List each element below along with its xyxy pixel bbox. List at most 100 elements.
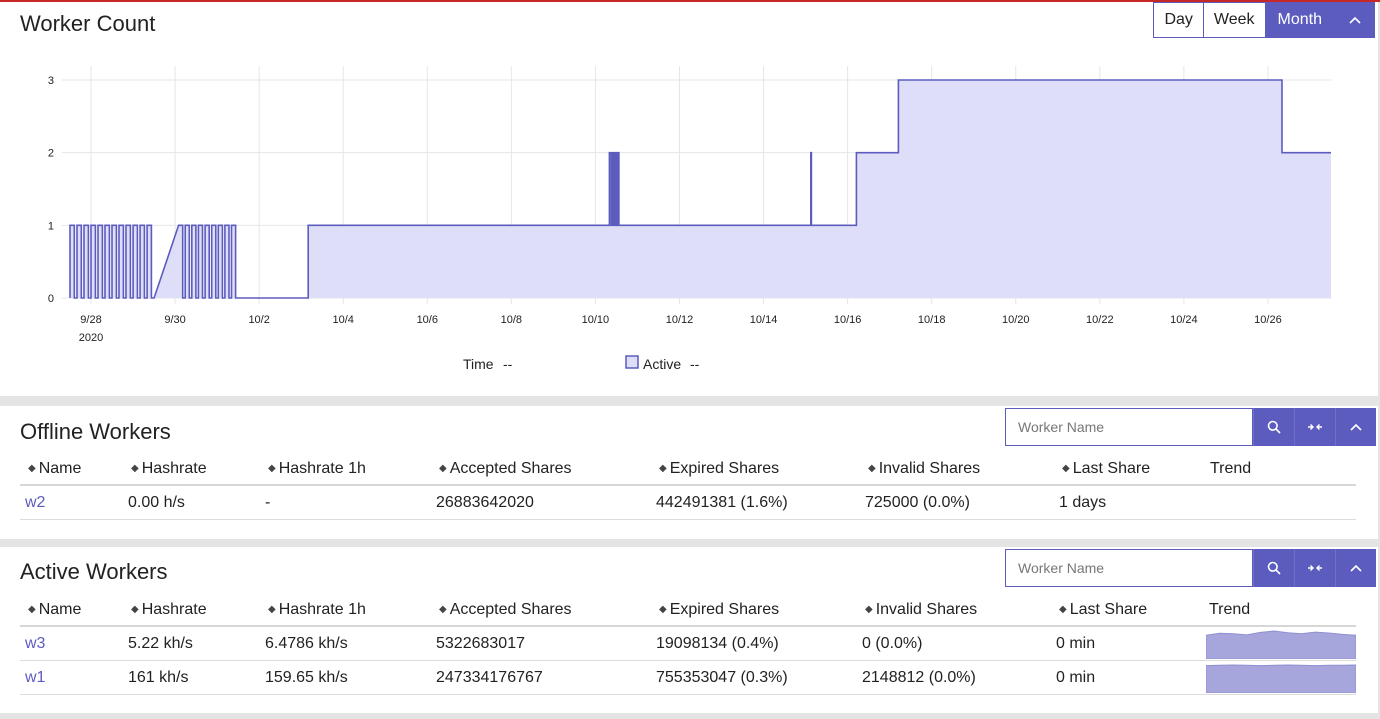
legend-active-label: Active (643, 356, 681, 372)
trend-sparkline (1206, 663, 1356, 693)
worker-count-chart: 0 1 2 3 9/28 2020 9/30 10/2 10/4 10/6 10/8 10/10 10/… (48, 66, 1331, 372)
sort-icon: ◆ (1062, 463, 1070, 474)
offline-workers-table: ◆ Name ◆ Hashrate ◆ Hashrate 1h ◆ Accepted S… (20, 454, 1356, 520)
col-hashrate[interactable]: ◆ Hashrate (123, 454, 260, 486)
sort-icon: ◆ (868, 463, 876, 474)
sort-icon: ◆ (659, 463, 667, 474)
col-invalid-shares[interactable]: ◆ Invalid Shares (857, 595, 1051, 627)
worker-count-panel: Worker Count Day Week Month 0 1 2 3 9/28 2020… (0, 2, 1378, 396)
y-tick-label: 3 (48, 75, 54, 87)
last-share-cell: 1 days (1054, 485, 1202, 520)
col-hashrate-1h[interactable]: ◆ Hashrate 1h (260, 454, 431, 486)
x-tick-label: 10/8 (501, 314, 522, 326)
x-tick-label: 10/10 (582, 314, 610, 326)
active-collapse-columns-button[interactable] (1294, 549, 1335, 587)
active-worker-name-input[interactable] (1005, 549, 1253, 587)
trend-cell (1202, 485, 1356, 520)
table-row: w3 5.22 kh/s 6.4786 kh/s 5322683017 1909… (20, 626, 1356, 661)
expired-cell: 755353047 (0.3%) (651, 660, 857, 695)
col-name[interactable]: ◆ Name (20, 595, 123, 627)
compress-arrows-icon (1308, 565, 1322, 571)
col-last-share[interactable]: ◆ Last Share (1051, 595, 1201, 627)
offline-workers-title: Offline Workers (20, 419, 171, 444)
active-workers-panel: Active Workers ◆Name ◆Hashrate ◆Hashrate… (0, 547, 1378, 713)
sort-icon: ◆ (439, 463, 447, 474)
col-name[interactable]: ◆ Name (20, 454, 123, 486)
x-tick-label: 10/14 (750, 314, 778, 326)
search-icon (1267, 561, 1281, 575)
sort-icon: ◆ (1059, 604, 1067, 615)
active-workers-title: Active Workers (20, 559, 168, 584)
legend-active-value: -- (690, 356, 700, 372)
col-last-share[interactable]: ◆ Last Share (1054, 454, 1202, 486)
expired-cell: 19098134 (0.4%) (651, 626, 857, 661)
table-header-row: ◆ Name ◆ Hashrate ◆ Hashrate 1h ◆ Accepted S… (20, 595, 1356, 627)
accepted-cell: 5322683017 (431, 626, 651, 661)
sort-icon: ◆ (659, 604, 667, 615)
sort-icon: ◆ (865, 604, 873, 615)
col-accepted-shares[interactable]: ◆ Accepted Shares (431, 595, 651, 627)
x-tick-label: 10/4 (333, 314, 354, 326)
x-tick-label: 10/6 (417, 314, 438, 326)
x-tick-label: 10/2 (248, 314, 269, 326)
worker-link[interactable]: w3 (25, 635, 45, 652)
accepted-cell: 247334176767 (431, 660, 651, 695)
x-tick-label: 10/12 (666, 314, 694, 326)
x-tick-label: 10/20 (1002, 314, 1030, 326)
offline-search (1005, 408, 1376, 446)
sort-icon: ◆ (439, 604, 447, 615)
hashrate-cell: 161 kh/s (123, 660, 260, 695)
offline-search-button[interactable] (1253, 408, 1294, 446)
active-collapse-panel-button[interactable] (1335, 549, 1376, 587)
x-tick-label: 10/18 (918, 314, 946, 326)
offline-workers-panel: Offline Workers ◆Name ◆Hashrate ◆Hashrat… (0, 406, 1378, 539)
col-expired-shares[interactable]: ◆ Expired Shares (651, 454, 860, 486)
expired-cell: 442491381 (1.6%) (651, 485, 860, 520)
last-share-cell: 0 min (1051, 660, 1201, 695)
col-accepted-shares[interactable]: ◆ Accepted Shares (431, 454, 651, 486)
col-trend: Trend (1202, 454, 1356, 486)
legend-time-value: -- (503, 356, 513, 372)
offline-worker-name-input[interactable] (1005, 408, 1253, 446)
y-tick-label: 2 (48, 148, 54, 160)
offline-collapse-panel-button[interactable] (1335, 408, 1376, 446)
y-tick-label: 0 (48, 293, 54, 305)
hashrate-cell: 0.00 h/s (123, 485, 260, 520)
x-tick-label: 10/24 (1170, 314, 1198, 326)
table-row: w1 161 kh/s 159.65 kh/s 247334176767 755… (20, 660, 1356, 695)
chevron-up-icon (1350, 564, 1362, 572)
hashrate-1h-cell: 159.65 kh/s (260, 660, 431, 695)
sort-icon: ◆ (131, 463, 139, 474)
trend-sparkline (1206, 629, 1356, 659)
x-tick-label: 10/26 (1254, 314, 1282, 326)
legend-swatch (625, 355, 639, 369)
y-tick-label: 1 (48, 220, 54, 232)
col-hashrate-1h[interactable]: ◆ Hashrate 1h (260, 595, 431, 627)
sparkline-area (1206, 629, 1356, 659)
invalid-cell: 0 (0.0%) (857, 626, 1051, 661)
col-expired-shares[interactable]: ◆ Expired Shares (651, 595, 857, 627)
x-tick-label: 9/28 (80, 314, 101, 326)
hashrate-cell: 5.22 kh/s (123, 626, 260, 661)
offline-collapse-columns-button[interactable] (1294, 408, 1335, 446)
col-hashrate[interactable]: ◆ Hashrate (123, 595, 260, 627)
chevron-up-icon (1350, 423, 1362, 431)
worker-link[interactable]: w2 (25, 494, 45, 511)
compress-arrows-icon (1308, 424, 1322, 430)
worker-link[interactable]: w1 (25, 669, 45, 686)
accepted-cell: 26883642020 (431, 485, 651, 520)
table-row: w2 0.00 h/s - 26883642020 442491381 (1.6… (20, 485, 1356, 520)
col-invalid-shares[interactable]: ◆ Invalid Shares (860, 454, 1054, 486)
invalid-cell: 725000 (0.0%) (860, 485, 1054, 520)
col-trend: Trend (1201, 595, 1356, 627)
sort-icon: ◆ (268, 463, 276, 474)
trend-cell (1201, 660, 1356, 695)
hashrate-1h-cell: 6.4786 kh/s (260, 626, 431, 661)
sort-icon: ◆ (131, 604, 139, 615)
x-tick-label: 10/16 (834, 314, 862, 326)
active-search-button[interactable] (1253, 549, 1294, 587)
active-workers-table: ◆ Name ◆ Hashrate ◆ Hashrate 1h ◆ Accepted S… (20, 595, 1356, 695)
search-icon (1267, 420, 1281, 434)
sort-icon: ◆ (28, 604, 36, 615)
x-tick-label: 10/22 (1086, 314, 1114, 326)
